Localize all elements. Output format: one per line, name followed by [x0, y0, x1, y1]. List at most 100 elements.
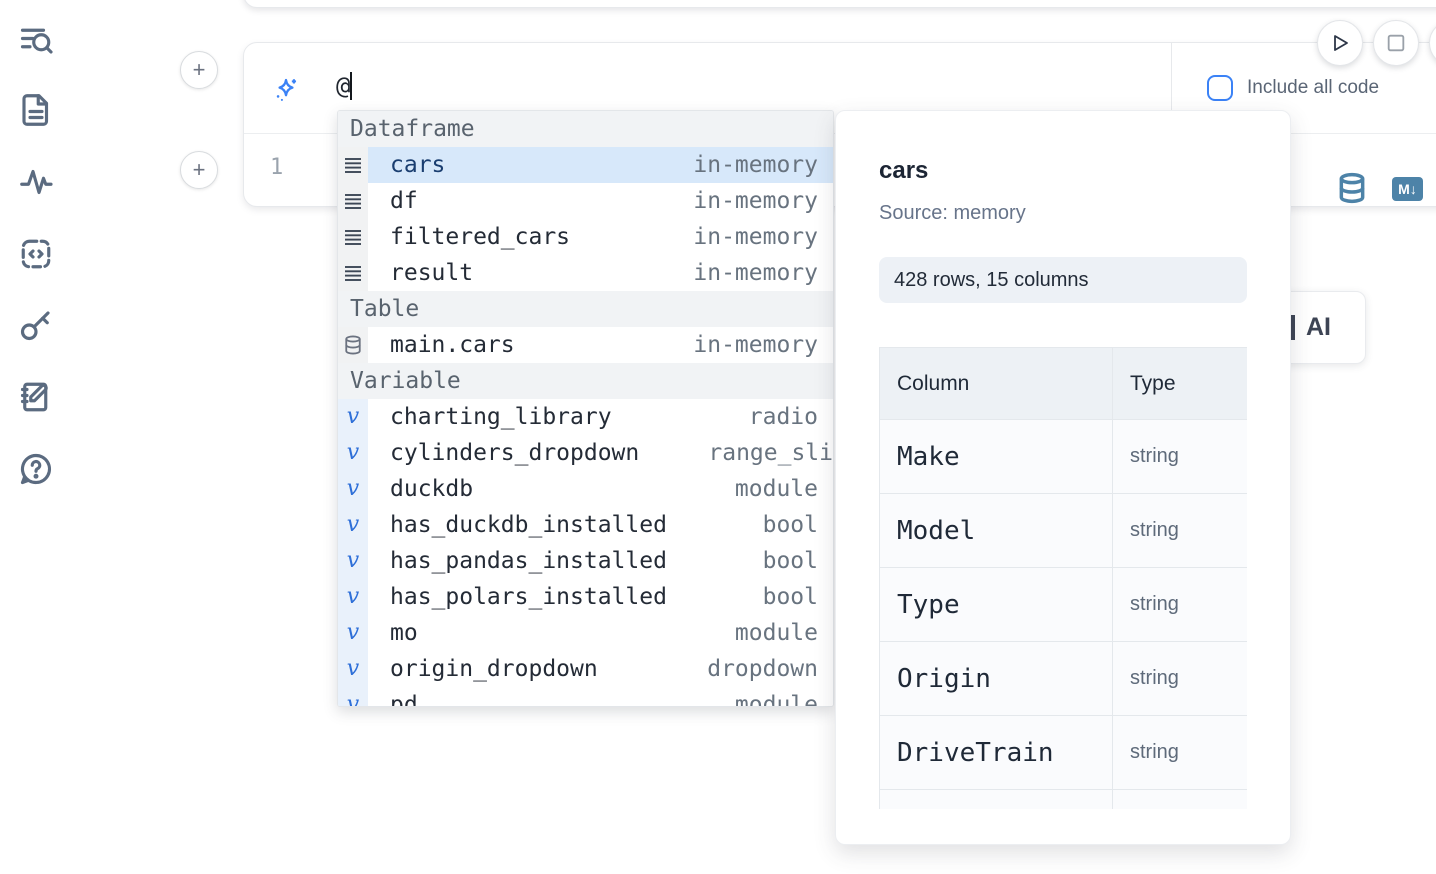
table-of-contents-search-icon[interactable] [16, 20, 56, 60]
dataframe-preview-panel: cars Source: memory 428 rows, 15 columns… [835, 110, 1291, 845]
autocomplete-item-type: module [735, 620, 818, 646]
include-all-code-checkbox[interactable] [1207, 75, 1233, 101]
preview-shape-badge: 428 rows, 15 columns [879, 257, 1247, 303]
activity-tracer-icon[interactable] [16, 162, 56, 202]
scratchpad-notebook-icon[interactable] [16, 377, 56, 417]
schema-column-name [880, 790, 1113, 810]
secrets-key-icon[interactable] [16, 305, 56, 345]
schema-column-type: string [1113, 642, 1248, 716]
autocomplete-item[interactable]: v df in-memory [338, 183, 833, 219]
schema-column-name: Make [880, 420, 1113, 494]
autocomplete-item-name: has_duckdb_installed [390, 512, 667, 538]
schema-column-type: string [1113, 716, 1248, 790]
autocomplete-item-name: duckdb [390, 476, 473, 502]
stop-cell-button[interactable] [1373, 20, 1419, 66]
variable-icon: v [347, 586, 359, 608]
autocomplete-item-name: cylinders_dropdown [390, 440, 639, 466]
variable-icon: v [347, 442, 359, 464]
autocomplete-item[interactable]: v cylinders_dropdown range_sli [338, 435, 833, 471]
schema-column-name: Model [880, 494, 1113, 568]
schema-column-type: string [1113, 420, 1248, 494]
code-snippets-icon[interactable] [16, 234, 56, 274]
autocomplete-item-name: df [390, 188, 418, 214]
autocomplete-item[interactable]: v charting_library radio [338, 399, 833, 435]
autocomplete-item-name: has_polars_installed [390, 584, 667, 610]
autocomplete-section-header: Table [338, 291, 833, 327]
ai-prompt-input[interactable]: @ [336, 72, 352, 100]
autocomplete-item-type: in-memory [693, 332, 818, 358]
schema-row: Modelstring [880, 494, 1248, 568]
autocomplete-item[interactable]: v duckdb module [338, 471, 833, 507]
autocomplete-section-header: Dataframe [338, 111, 833, 147]
autocomplete-item[interactable]: v mo module [338, 615, 833, 651]
play-icon [1328, 31, 1352, 55]
autocomplete-item-type: in-memory [693, 224, 818, 250]
autocomplete-item[interactable]: v cars in-memory [338, 147, 833, 183]
include-all-code-label: Include all code [1247, 77, 1379, 99]
autocomplete-item[interactable]: v filtered_cars in-memory [338, 219, 833, 255]
file-explorer-icon[interactable] [16, 90, 56, 130]
autocomplete-item[interactable]: v has_pandas_installed bool [338, 543, 833, 579]
previous-cell-edge [243, 0, 1436, 8]
schema-column-header: Type [1113, 348, 1248, 420]
schema-row [880, 790, 1248, 810]
schema-column-name: Origin [880, 642, 1113, 716]
autocomplete-item-type: dropdown [707, 656, 818, 682]
schema-column-name: DriveTrain [880, 716, 1113, 790]
autocomplete-dropdown: Dataframe v cars in-memory v df in-memor… [337, 110, 834, 707]
marimo-notebook: + + @ Include all code 1 M↓ [0, 0, 1436, 874]
variable-icon: v [347, 694, 359, 707]
dataframe-icon [344, 229, 362, 246]
preview-schema-table-wrap: ColumnType MakestringModelstringTypestri… [879, 347, 1247, 809]
preview-source: Source: memory [879, 201, 1247, 225]
autocomplete-item[interactable]: v main.cars in-memory [338, 327, 833, 363]
schema-row: Originstring [880, 642, 1248, 716]
schema-column-type: string [1113, 568, 1248, 642]
schema-column-type [1113, 790, 1248, 810]
help-chat-icon[interactable] [16, 449, 56, 489]
clipped-letter-fragment [1291, 315, 1295, 340]
autocomplete-section-header: Variable [338, 363, 833, 399]
autocomplete-item-type: radio [749, 404, 818, 430]
line-number: 1 [270, 155, 283, 180]
run-cell-button[interactable] [1317, 20, 1363, 66]
autocomplete-item-type: in-memory [693, 152, 818, 178]
autocomplete-item-name: main.cars [390, 332, 515, 358]
add-cell-above-button[interactable]: + [180, 51, 218, 89]
autocomplete-item[interactable]: v has_duckdb_installed bool [338, 507, 833, 543]
schema-column-header: Column [880, 348, 1113, 420]
add-cell-below-button[interactable]: + [180, 151, 218, 189]
dataframe-icon [344, 193, 362, 210]
database-output-icon[interactable] [1336, 170, 1368, 206]
autocomplete-item-name: filtered_cars [390, 224, 570, 250]
autocomplete-item[interactable]: v pd module [338, 687, 833, 707]
left-sidebar [0, 0, 72, 874]
autocomplete-item-type: bool [763, 512, 818, 538]
autocomplete-item-name: result [390, 260, 473, 286]
autocomplete-item-name: has_pandas_installed [390, 548, 667, 574]
schema-row: Typestring [880, 568, 1248, 642]
autocomplete-item-type: bool [763, 584, 818, 610]
autocomplete-item-type: range_sli [708, 440, 833, 466]
stop-square-icon [1385, 32, 1407, 54]
preview-schema-table: ColumnType MakestringModelstringTypestri… [879, 347, 1247, 809]
markdown-icon[interactable]: M↓ [1392, 177, 1423, 201]
autocomplete-item[interactable]: v origin_dropdown dropdown [338, 651, 833, 687]
variable-icon: v [347, 478, 359, 500]
dataframe-icon [344, 265, 362, 282]
ai-button-label: AI [1306, 313, 1331, 342]
autocomplete-item[interactable]: v has_polars_installed bool [338, 579, 833, 615]
table-database-icon [344, 335, 362, 355]
autocomplete-item[interactable]: v result in-memory [338, 255, 833, 291]
sparkles-ai-icon [272, 76, 300, 104]
preview-title: cars [879, 156, 1247, 185]
variable-icon: v [347, 550, 359, 572]
autocomplete-item-name: charting_library [390, 404, 612, 430]
schema-row: DriveTrainstring [880, 716, 1248, 790]
autocomplete-item-type: in-memory [693, 260, 818, 286]
autocomplete-item-name: cars [390, 152, 445, 178]
autocomplete-item-name: origin_dropdown [390, 656, 598, 682]
variable-icon: v [347, 658, 359, 680]
autocomplete-item-name: pd [390, 692, 418, 707]
variable-icon: v [347, 406, 359, 428]
